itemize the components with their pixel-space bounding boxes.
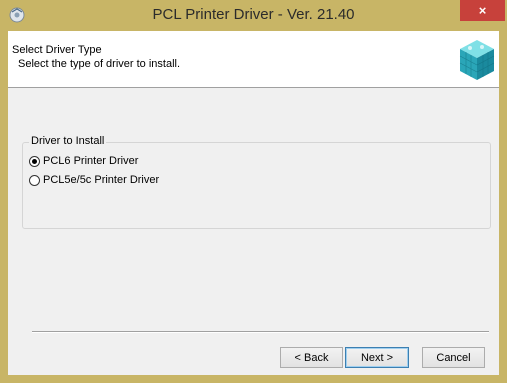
back-button[interactable]: < Back — [280, 347, 343, 368]
next-button[interactable]: Next > — [345, 347, 409, 368]
radio-unchecked-icon[interactable] — [29, 174, 40, 186]
dialog-client-area: Select Driver Type Select the type of dr… — [8, 31, 499, 375]
radio-label-pcl6: PCL6 Printer Driver — [43, 155, 139, 167]
page-title: Select Driver Type — [12, 44, 102, 56]
radio-checked-icon[interactable] — [29, 155, 40, 167]
close-button[interactable]: × — [460, 0, 505, 21]
installer-window: PCL Printer Driver - Ver. 21.40 × Select… — [0, 0, 507, 383]
radio-pcl6[interactable]: PCL6 Printer Driver — [29, 153, 138, 169]
wizard-header: Select Driver Type Select the type of dr… — [8, 31, 499, 88]
page-subtitle: Select the type of driver to install. — [18, 58, 181, 70]
driver-groupbox: Driver to Install PCL6 Printer Driver PC… — [22, 135, 491, 229]
teal-cube-icon — [459, 40, 495, 80]
window-title: PCL Printer Driver - Ver. 21.40 — [152, 6, 355, 23]
close-icon: × — [478, 3, 487, 18]
title-bar[interactable]: PCL Printer Driver - Ver. 21.40 × — [0, 0, 507, 31]
radio-label-pcl5: PCL5e/5c Printer Driver — [43, 174, 160, 186]
groupbox-legend: Driver to Install — [29, 135, 107, 147]
radio-pcl5[interactable]: PCL5e/5c Printer Driver — [29, 172, 159, 188]
footer-separator — [32, 331, 489, 333]
cancel-button[interactable]: Cancel — [422, 347, 485, 368]
